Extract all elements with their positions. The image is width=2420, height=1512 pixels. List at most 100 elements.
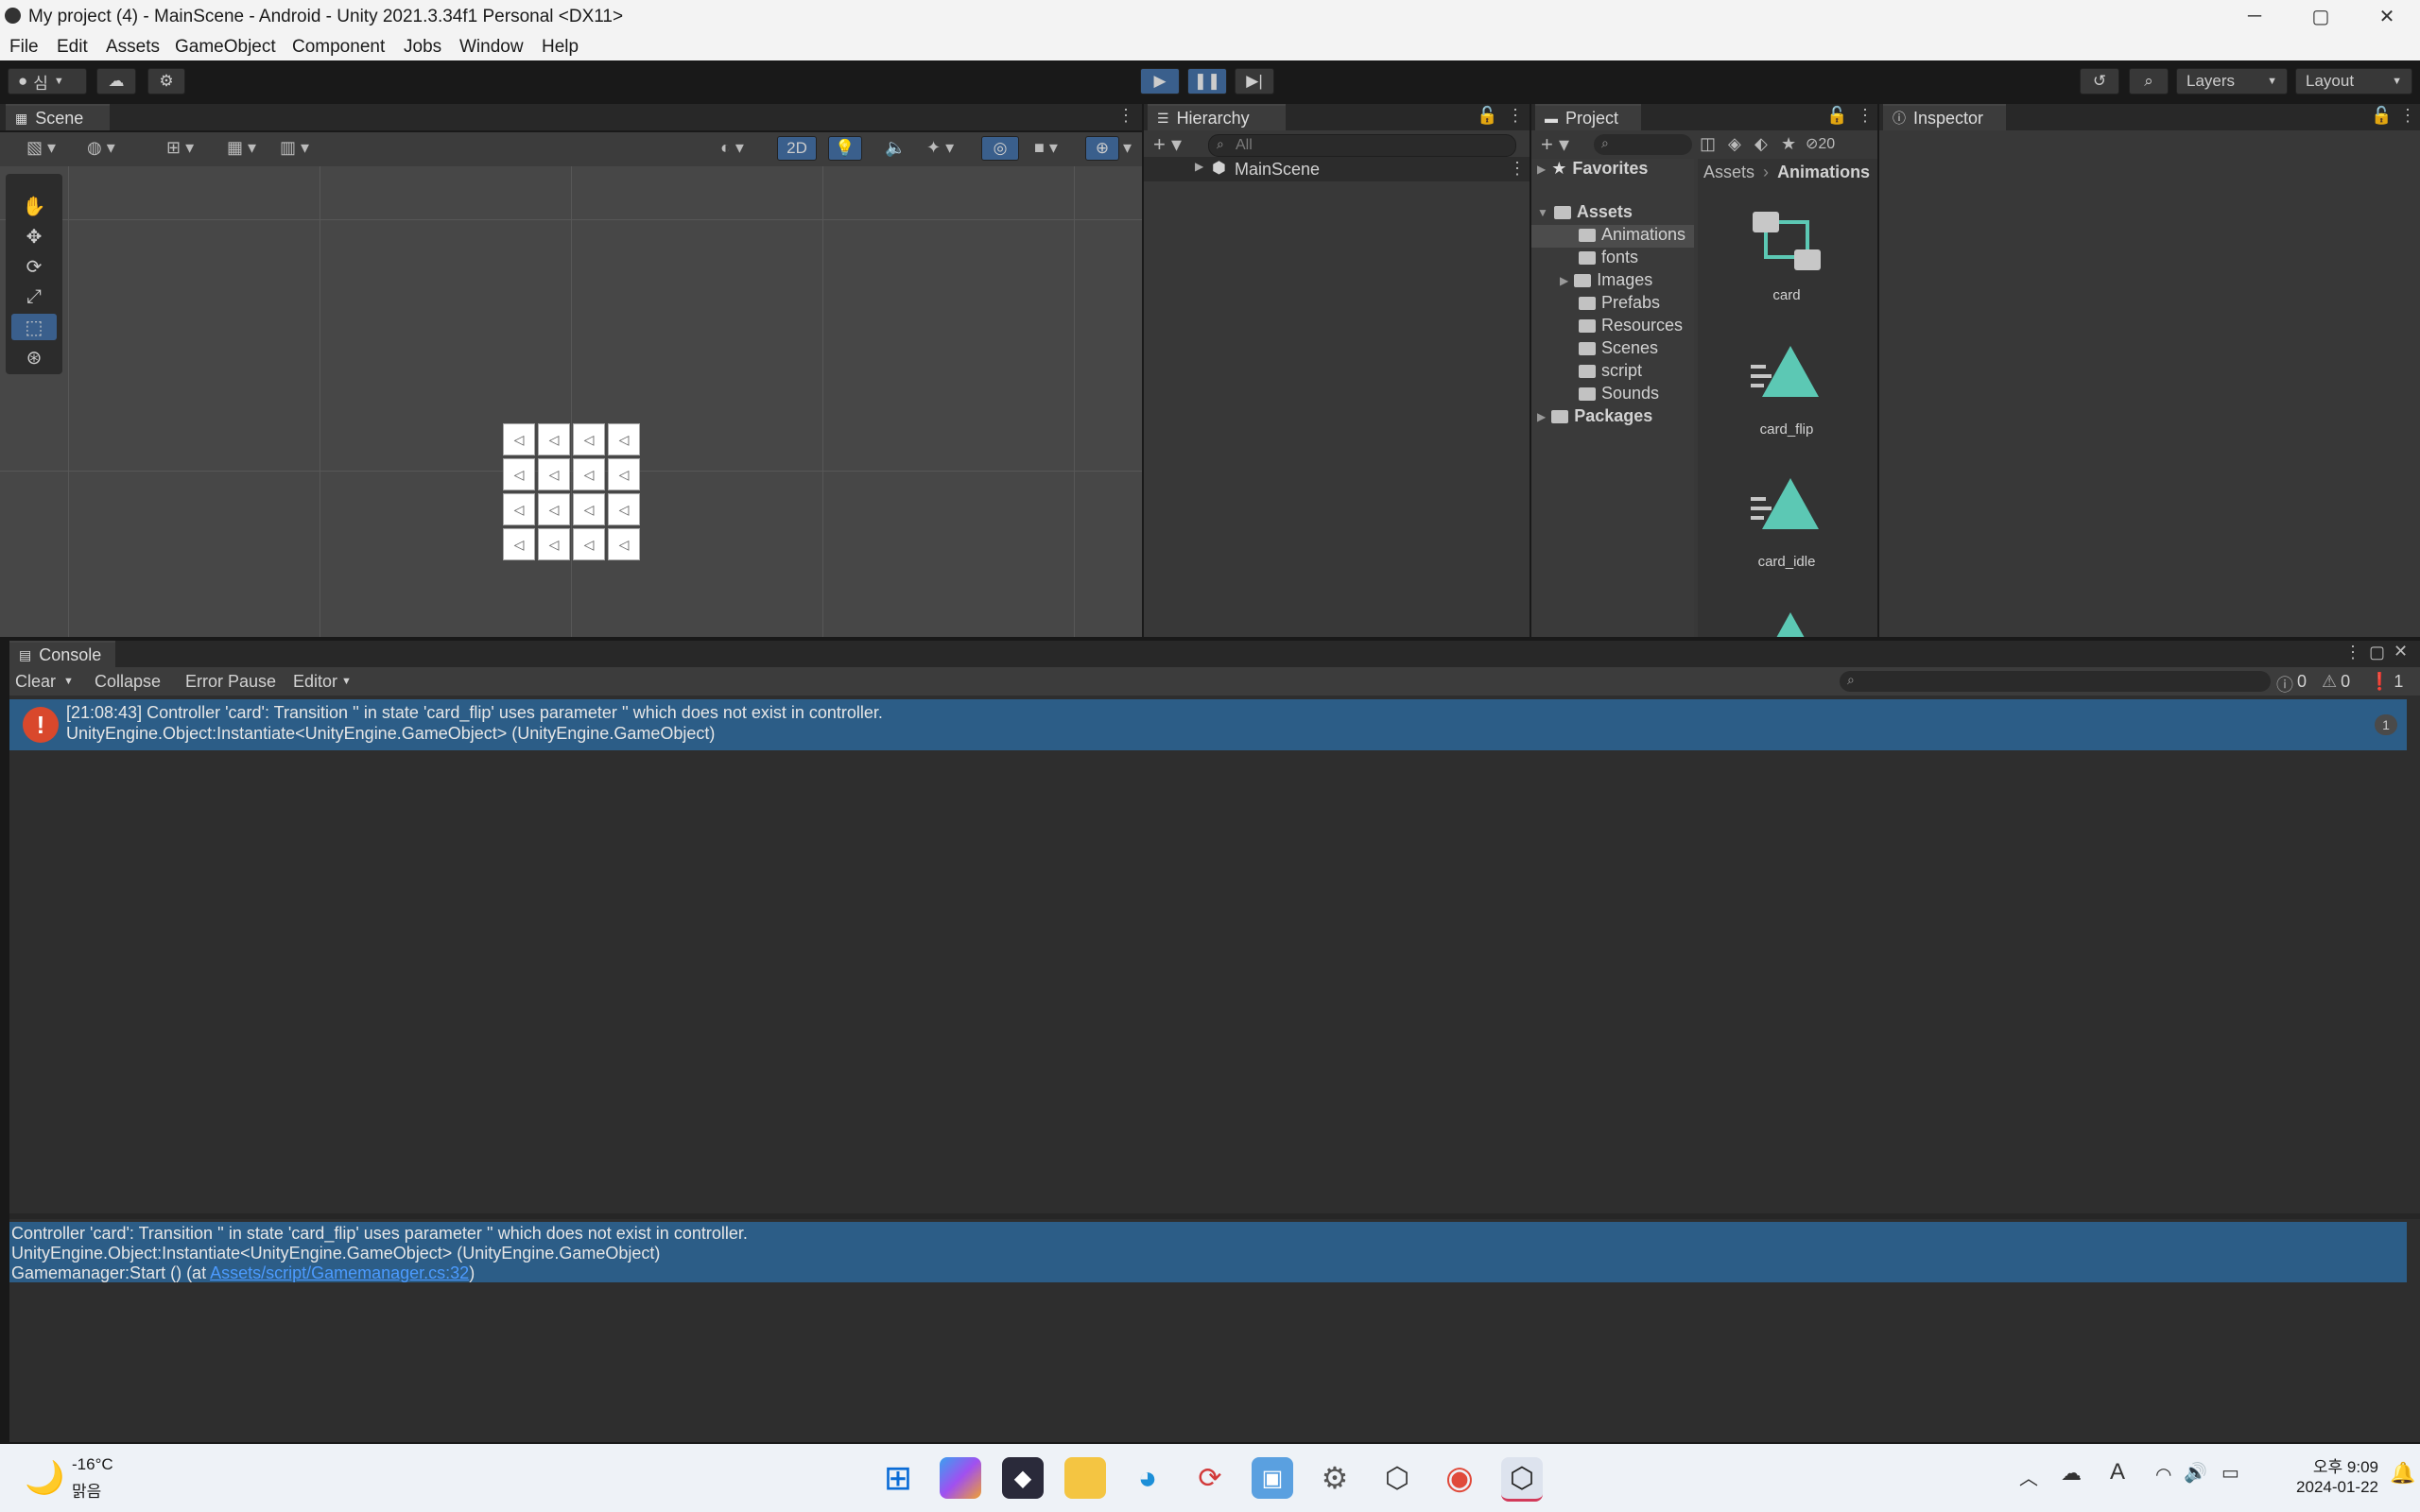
hidden-objects-toggle[interactable]: ◎: [981, 136, 1019, 161]
copilot-icon[interactable]: [940, 1457, 981, 1499]
close-panel-icon[interactable]: ✕: [2394, 642, 2408, 662]
close-window-button[interactable]: ✕: [2354, 0, 2420, 32]
tree-favorites[interactable]: ▶ ★ Favorites: [1537, 159, 1648, 179]
draw-mode-icon[interactable]: ▧ ▾: [26, 138, 56, 158]
hidden-packages-toggle[interactable]: ⊘20: [1806, 134, 1835, 153]
asset-card-flip[interactable]: card_flip: [1739, 344, 1834, 448]
maximize-button[interactable]: ▢: [2288, 0, 2354, 32]
menu-window[interactable]: Window: [459, 37, 524, 58]
lock-icon[interactable]: 🔓: [1477, 106, 1497, 126]
scene-card-sprite[interactable]: ◁: [538, 493, 570, 525]
tree-folder-images[interactable]: ▶ Images: [1560, 270, 1652, 290]
collapse-toggle[interactable]: Collapse: [95, 672, 161, 692]
step-button[interactable]: ▶|: [1235, 68, 1274, 94]
hierarchy-item-mainscene[interactable]: ▶ ⬢ MainScene ⋮: [1144, 157, 1530, 181]
breadcrumb-root[interactable]: Assets: [1703, 163, 1754, 181]
expand-arrow-icon[interactable]: ▶: [1560, 274, 1568, 287]
scene-card-sprite[interactable]: ◁: [573, 423, 605, 455]
kebab-menu-icon[interactable]: ⋮: [1117, 106, 1134, 126]
lock-icon[interactable]: 🔓: [2371, 106, 2392, 126]
menu-help[interactable]: Help: [542, 37, 579, 58]
kebab-menu-icon[interactable]: ⋮: [1507, 106, 1524, 126]
account-button[interactable]: ● 심 ▼: [8, 68, 87, 94]
hierarchy-search-input[interactable]: ⌕ All: [1208, 134, 1516, 157]
clear-button[interactable]: Clear ▼: [15, 672, 74, 692]
tree-folder-script[interactable]: script: [1579, 361, 1642, 381]
menu-assets[interactable]: Assets: [106, 37, 160, 58]
scene-card-sprite[interactable]: ◁: [503, 493, 535, 525]
remote-desktop-icon[interactable]: ▣: [1252, 1457, 1293, 1499]
volume-icon[interactable]: 🔊: [2184, 1461, 2207, 1485]
unity-hub-icon[interactable]: ⬡: [1376, 1457, 1418, 1499]
scene-card-sprite[interactable]: ◁: [503, 528, 535, 560]
chevron-down-icon[interactable]: ▾: [1123, 138, 1132, 158]
breadcrumb-current[interactable]: Animations: [1777, 163, 1870, 181]
collab-button[interactable]: ⚙: [147, 68, 185, 94]
rotate-tool-icon[interactable]: ⟳: [11, 253, 57, 280]
minimize-button[interactable]: ─: [2221, 0, 2288, 32]
scene-card-sprite[interactable]: ◁: [538, 458, 570, 490]
menu-jobs[interactable]: Jobs: [404, 37, 441, 58]
scene-card-sprite[interactable]: ◁: [608, 458, 640, 490]
settings-icon[interactable]: ⚙: [1314, 1457, 1356, 1499]
play-button[interactable]: ▶: [1140, 68, 1180, 94]
add-object-button[interactable]: + ▾: [1153, 132, 1182, 157]
menu-edit[interactable]: Edit: [57, 37, 88, 58]
wifi-icon[interactable]: ◠: [2155, 1463, 2171, 1486]
onedrive-icon[interactable]: ☁: [2061, 1461, 2082, 1486]
scene-card-sprite[interactable]: ◁: [503, 458, 535, 490]
scene-card-sprite[interactable]: ◁: [608, 493, 640, 525]
history-button[interactable]: ↺: [2080, 68, 2119, 94]
scene-card-sprite[interactable]: ◁: [573, 528, 605, 560]
weather-condition[interactable]: 맑음: [72, 1478, 101, 1502]
grid-visibility-icon[interactable]: ▦ ▾: [227, 138, 256, 158]
tab-hierarchy[interactable]: ☰ Hierarchy: [1148, 104, 1286, 130]
chrome-browser-icon[interactable]: ◉: [1439, 1457, 1480, 1499]
scene-viewport[interactable]: ◁ ◁ ◁ ◁ ◁ ◁ ◁ ◁ ◁ ◁ ◁ ◁ ◁ ◁ ◁ ◁: [0, 166, 1142, 637]
tree-folder-fonts[interactable]: fonts: [1579, 248, 1638, 267]
maximize-panel-icon[interactable]: ▢: [2369, 643, 2385, 662]
cloud-button[interactable]: ☁: [96, 68, 136, 94]
clock-time[interactable]: 오후 9:09: [2269, 1453, 2378, 1477]
scene-card-sprite[interactable]: ◁: [538, 528, 570, 560]
create-asset-button[interactable]: + ▾: [1541, 132, 1569, 157]
project-search-input[interactable]: ⌕: [1594, 134, 1692, 155]
mode-2d-toggle[interactable]: 2D: [777, 136, 817, 161]
edge-browser-icon[interactable]: ◕: [1127, 1457, 1168, 1499]
audio-toggle-icon[interactable]: 🔈: [885, 138, 906, 158]
console-search-input[interactable]: ⌕: [1840, 671, 2271, 692]
unity-editor-icon[interactable]: ⬡: [1501, 1457, 1543, 1502]
battery-icon[interactable]: ▭: [2221, 1461, 2239, 1485]
kebab-menu-icon[interactable]: ⋮: [1509, 159, 1526, 179]
error-filter-toggle[interactable]: ❗ 1: [2369, 672, 2403, 692]
lock-icon[interactable]: 🔓: [1826, 106, 1847, 126]
lighting-toggle[interactable]: 💡: [828, 136, 862, 161]
menu-component[interactable]: Component: [292, 37, 385, 58]
tree-folder-resources[interactable]: Resources: [1579, 316, 1683, 335]
tab-inspector[interactable]: ⓘ Inspector: [1883, 104, 2006, 130]
filter-label-icon[interactable]: ◈: [1728, 134, 1741, 154]
editor-dropdown[interactable]: Editor ▼: [293, 672, 352, 692]
error-pause-toggle[interactable]: Error Pause: [185, 672, 276, 692]
console-splitter[interactable]: [9, 1213, 2420, 1219]
tree-packages[interactable]: ▶ Packages: [1537, 406, 1652, 426]
asset-card[interactable]: card: [1739, 208, 1834, 312]
grid-snap-icon[interactable]: ⊞ ▾: [166, 138, 194, 158]
info-filter-toggle[interactable]: ⓘ 0: [2276, 672, 2307, 696]
camera-icon[interactable]: ■ ▾: [1034, 138, 1058, 158]
kebab-menu-icon[interactable]: ⋮: [1857, 106, 1874, 126]
tree-folder-scenes[interactable]: Scenes: [1579, 338, 1658, 358]
file-explorer-icon[interactable]: [1064, 1457, 1106, 1499]
tree-folder-animations[interactable]: Animations: [1579, 225, 1685, 245]
globe-icon[interactable]: ◍ ▾: [87, 138, 115, 158]
expand-arrow-icon[interactable]: ▶: [1195, 160, 1203, 173]
tab-console[interactable]: ▤ Console: [9, 641, 115, 667]
asset-card-idle[interactable]: card_idle: [1739, 476, 1834, 580]
gizmos-toggle[interactable]: ⊕: [1085, 136, 1119, 161]
increment-snap-icon[interactable]: ▥ ▾: [280, 138, 309, 158]
filter-type-icon[interactable]: ◫: [1700, 134, 1716, 154]
layout-dropdown[interactable]: Layout ▼: [2295, 68, 2412, 94]
console-log-entry[interactable]: ! [21:08:43] Controller 'card': Transiti…: [9, 699, 2407, 750]
layers-dropdown[interactable]: Layers ▼: [2176, 68, 2288, 94]
sync-app-icon[interactable]: ⟳: [1189, 1457, 1231, 1499]
